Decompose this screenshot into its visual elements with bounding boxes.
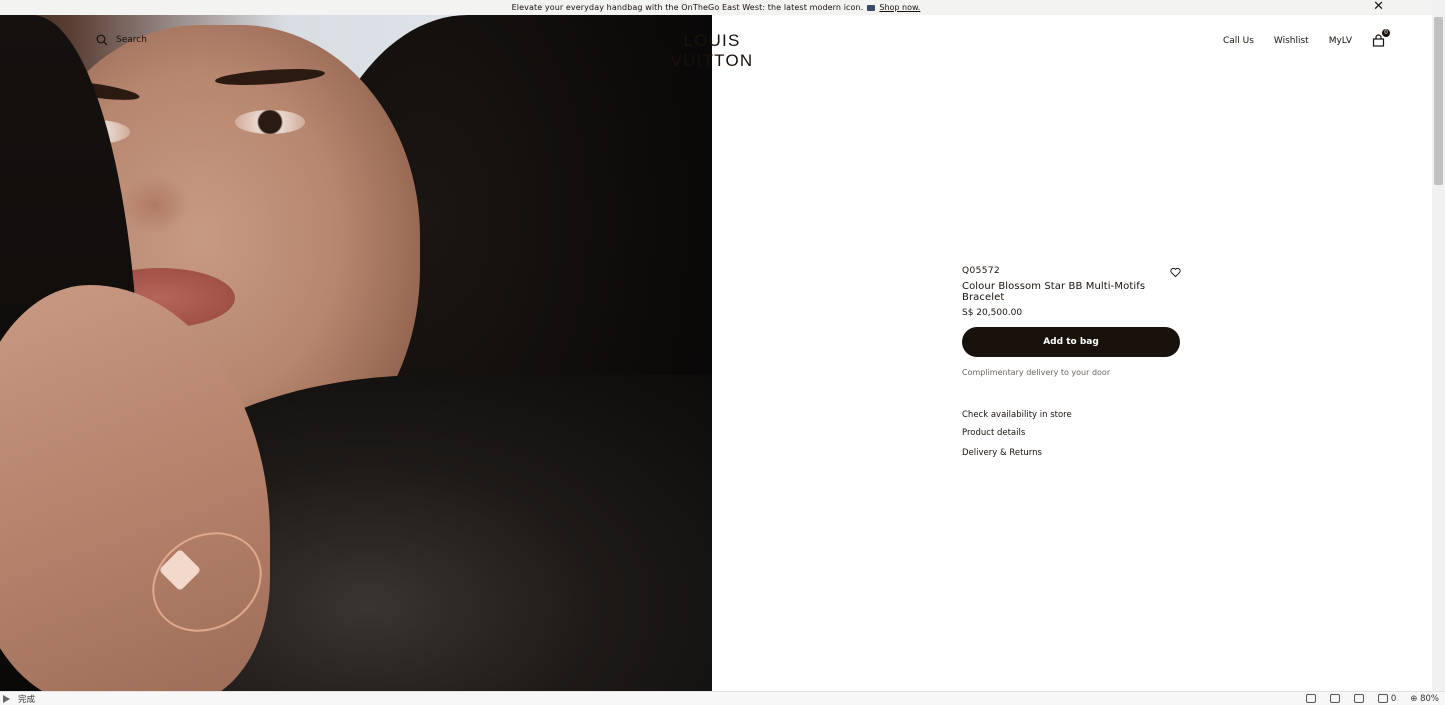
delivery-returns-link[interactable]: Delivery & Returns [962,448,1072,458]
product-sku: Q05572 [962,266,1001,276]
handbag-icon [867,4,876,11]
window-icon[interactable] [1354,694,1365,703]
search-label: Search [116,35,147,45]
scrollbar-thumb[interactable] [1434,17,1443,185]
download-icon [1378,693,1389,703]
product-panel: Q05572 Colour Blossom Star BB Multi-Moti… [962,266,1182,458]
play-icon[interactable] [3,694,10,703]
zoom-control[interactable]: ⊕ 80% [1410,694,1439,704]
download-counter[interactable]: 0 [1378,693,1397,704]
nav-call-us[interactable]: Call Us [1223,36,1254,46]
announcement-message: Elevate your everyday handbag with the O… [511,3,864,12]
product-links: Check availability in store Product deta… [962,410,1072,458]
check-availability-link[interactable]: Check availability in store [962,410,1072,420]
search-button[interactable]: Search [96,34,147,46]
browser-status-bar: 完成 0 ⊕ 80% [0,691,1445,705]
product-price: S$ 20,500.00 [962,308,1023,318]
close-icon[interactable]: ✕ [1373,0,1384,14]
search-icon [96,34,108,46]
brand-logo[interactable]: LOUIS VUITTON [642,31,782,71]
hero-eye-right [235,110,305,134]
shop-now-link[interactable]: Shop now. [879,3,920,12]
add-to-bag-button[interactable]: Add to bag [962,327,1180,357]
hero-brow-right [214,66,326,88]
shield-icon[interactable] [1306,694,1317,703]
speaker-icon[interactable] [1330,694,1341,703]
bag-count-badge: 0 [1382,29,1390,37]
nav-wishlist[interactable]: Wishlist [1274,36,1309,46]
status-text: 完成 [18,694,36,705]
zoom-icon: ⊕ [1410,693,1418,704]
shopping-bag-button[interactable]: 0 [1372,29,1390,47]
product-name: Colour Blossom Star BB Multi-Motifs Brac… [962,281,1146,303]
hero-nose [120,175,190,235]
product-details-link[interactable]: Product details [962,428,1072,438]
top-nav: Call Us Wishlist MyLV 0 [1223,29,1390,47]
heart-icon[interactable] [1170,267,1181,278]
download-count: 0 [1390,693,1397,704]
hero-image [0,15,712,691]
page-scrollbar[interactable] [1432,0,1445,691]
zoom-level: 80% [1420,693,1439,704]
announcement-bar: Elevate your everyday handbag with the O… [0,0,1432,15]
delivery-note: Complimentary delivery to your door [962,368,1111,377]
nav-mylv[interactable]: MyLV [1329,36,1352,46]
